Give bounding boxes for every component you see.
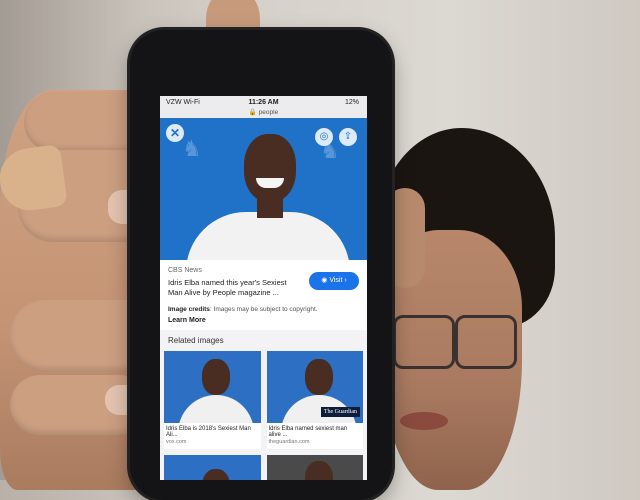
berlinale-bear-icon: ♞	[182, 136, 202, 161]
globe-icon: ◉	[321, 277, 328, 284]
related-image: The Guardian	[266, 351, 363, 424]
tile-head	[304, 461, 333, 480]
credits-text: Images may be subject to copyright.	[213, 306, 318, 314]
chevron-right-icon: ›	[344, 277, 347, 284]
tile-head	[202, 359, 230, 396]
related-image-source: vox.com	[166, 439, 187, 446]
glasses-right-lens	[455, 315, 517, 369]
url-text: people	[258, 109, 279, 116]
related-image-tile[interactable]: Idris Elba is 2018's Sexiest Man Ali... …	[164, 351, 261, 450]
related-image-tile[interactable]: The Guardian Idris Elba named sexiest ma…	[266, 351, 363, 450]
tile-head	[202, 469, 230, 480]
visit-label: Visit	[329, 277, 343, 284]
bandage	[0, 143, 69, 215]
hero-image[interactable]: ♞ ♞ ✕ ◎ ⇪	[160, 118, 367, 260]
related-image-caption: Idris Elba is 2018's Sexiest Man Ali...	[166, 426, 251, 439]
phone-screen: VZW Wi-Fi 11:26 AM 🔒 people 12% ♞ ♞ ✕ ◎ …	[160, 96, 367, 480]
related-images-grid: Idris Elba is 2018's Sexiest Man Ali... …	[160, 351, 367, 480]
result-caption[interactable]: Idris Elba named this year's Sexiest Man…	[168, 278, 298, 298]
related-image-tile[interactable]	[266, 455, 363, 480]
lens-icon[interactable]: ◎	[315, 128, 333, 146]
related-image-caption: Idris Elba named sexiest man alive ...	[268, 426, 348, 439]
share-icon[interactable]: ⇪	[339, 128, 357, 146]
clock: 11:26 AM	[248, 99, 279, 106]
learn-more-link[interactable]: Learn More	[160, 317, 367, 331]
person-lips	[400, 412, 448, 430]
related-image	[164, 455, 261, 480]
glasses-left-lens	[393, 315, 455, 369]
result-info: CBS News Idris Elba named this year's Se…	[160, 260, 367, 303]
related-image-source: theguardian.com	[268, 439, 310, 446]
related-images-title: Related images	[168, 336, 224, 346]
guardian-logo: The Guardian	[320, 407, 360, 418]
tile-shirt	[178, 395, 254, 424]
tile-head	[304, 359, 333, 396]
related-image-tile[interactable]	[164, 455, 261, 480]
visit-button[interactable]: ◉ Visit ›	[309, 272, 359, 290]
image-credits: Image credits: Images may be subject to …	[160, 302, 367, 318]
person-head	[244, 134, 296, 202]
status-bar: VZW Wi-Fi 11:26 AM 🔒 people 12%	[160, 96, 367, 118]
url-bar[interactable]: 🔒 people	[160, 108, 367, 116]
related-image	[266, 455, 363, 480]
battery-indicator: 12%	[344, 99, 359, 106]
person-shirt	[186, 212, 350, 260]
credits-label: Image credits	[168, 306, 210, 314]
close-button[interactable]: ✕	[166, 124, 184, 142]
related-image	[164, 351, 261, 424]
